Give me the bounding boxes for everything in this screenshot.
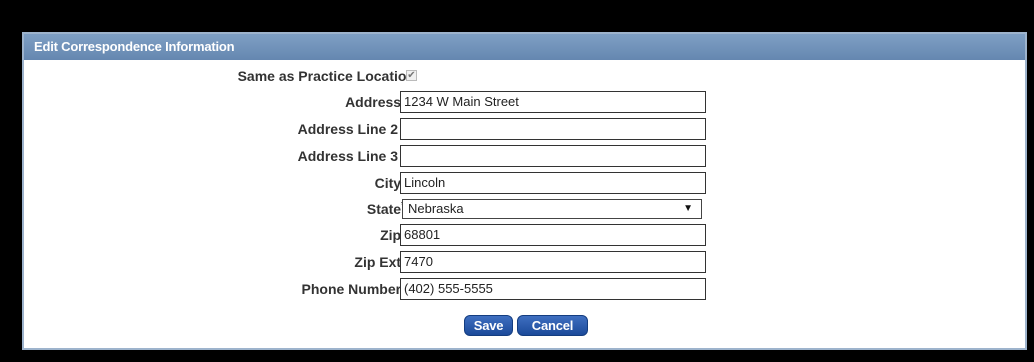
address-line-2-row: Address Line 2 [24, 118, 1025, 140]
address-line-3-row: Address Line 3 [24, 145, 1025, 167]
save-button[interactable]: Save [464, 315, 513, 336]
city-row: City* Lincoln [24, 172, 1025, 194]
zip-ext-label: Zip Ext* [354, 253, 405, 270]
address-line-3-input[interactable] [400, 145, 706, 167]
address-line-3-label: Address Line 3 [297, 148, 398, 164]
state-row: State* Nebraska ▼ [24, 198, 1025, 220]
address-line-2-label: Address Line 2 [297, 121, 398, 137]
same-as-practice-label: Same as Practice Location [237, 68, 415, 84]
same-as-practice-row: Same as Practice Location ✔ [24, 65, 1025, 87]
address-label: Address* [345, 93, 405, 110]
state-select[interactable]: Nebraska ▼ [402, 199, 702, 219]
state-selected-value: Nebraska [408, 201, 464, 216]
cancel-button[interactable]: Cancel [517, 315, 588, 336]
phone-number-input[interactable]: (402) 555-5555 [400, 278, 706, 300]
address-line-2-input[interactable] [400, 118, 706, 140]
zip-row: Zip* 68801 [24, 224, 1025, 246]
zip-ext-input[interactable]: 7470 [400, 251, 706, 273]
window-frame: Edit Correspondence Information Same as … [0, 0, 1034, 362]
panel-title: Edit Correspondence Information [24, 34, 1025, 60]
address-row: Address* 1234 W Main Street [24, 91, 1025, 113]
phone-number-label: Phone Number* [301, 280, 405, 297]
state-label: State* [366, 200, 405, 217]
edit-correspondence-panel: Edit Correspondence Information Same as … [22, 32, 1027, 350]
same-as-practice-checkbox[interactable]: ✔ [406, 70, 417, 81]
dropdown-arrow-icon: ▼ [683, 203, 693, 214]
address-input[interactable]: 1234 W Main Street [400, 91, 706, 113]
phone-row: Phone Number* (402) 555-5555 [24, 278, 1025, 300]
zip-ext-row: Zip Ext* 7470 [24, 251, 1025, 273]
city-input[interactable]: Lincoln [400, 172, 706, 194]
zip-input[interactable]: 68801 [400, 224, 706, 246]
